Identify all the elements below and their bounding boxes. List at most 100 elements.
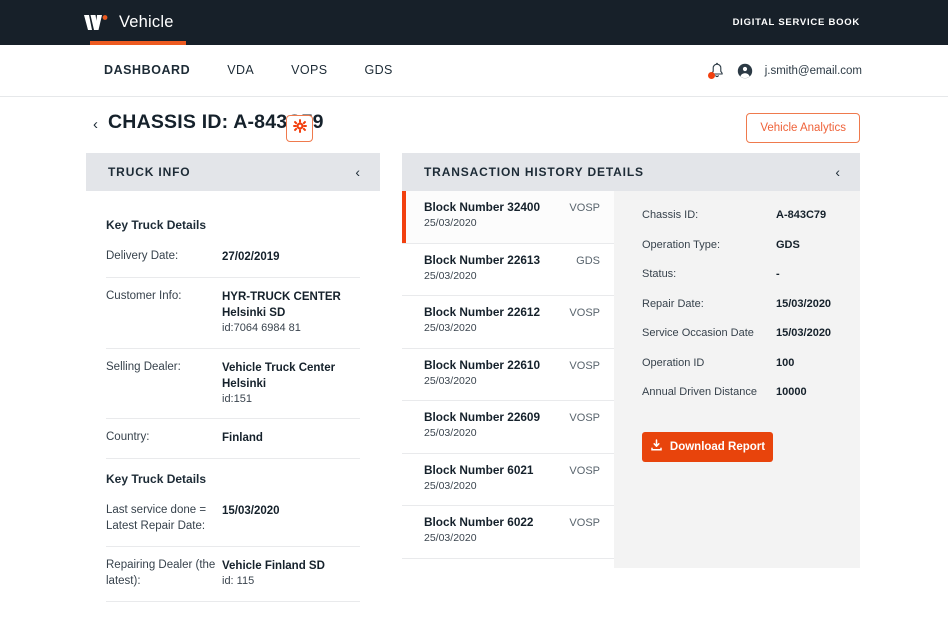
detail-value: GDS [776,238,800,251]
truck-info-panel: TRUCK INFO ‹ Key Truck Details Delivery … [86,153,380,602]
truck-info-row-customer-info: Customer Info: HYR-TRUCK CENTER Helsinki… [106,278,360,349]
list-item-date: 25/03/2020 [424,427,477,439]
section-title-key-truck-details-2: Key Truck Details [106,472,207,487]
back-chevron-icon[interactable]: ‹ [93,117,98,132]
detail-key: Chassis ID: [642,209,699,221]
vehicle-analytics-button[interactable]: Vehicle Analytics [746,113,860,143]
truck-info-row-delivery-date: Delivery Date: 27/02/2019 [106,238,360,278]
truck-info-body: Key Truck Details Delivery Date: 27/02/2… [86,191,380,602]
nav-item-gds[interactable]: GDS [364,63,392,77]
nav-item-vda[interactable]: VDA [227,63,254,77]
list-item-name: Block Number 6022 [424,515,534,529]
detail-row-repair-date: Repair Date: 15/03/2020 [642,298,860,328]
row-value: Finland [222,430,263,446]
list-item-type: GDS [576,254,600,267]
detail-row-service-occasion-date: Service Occasion Date 15/03/2020 [642,327,860,357]
detail-value: 15/03/2020 [776,297,832,310]
detail-value: A-843C79 [776,209,827,221]
truck-info-row-selling-dealer: Selling Dealer: Vehicle Truck Center Hel… [106,349,360,420]
row-value-main: 15/03/2020 [222,505,280,518]
detail-row-chassis-id: Chassis ID: A-843C79 [642,209,860,239]
truck-info-panel-header: TRUCK INFO ‹ [86,153,380,191]
settings-button[interactable] [286,115,313,142]
vehicle-analytics-label: Vehicle Analytics [760,122,846,134]
list-item[interactable]: Block Number 22610 VOSP 25/03/2020 [402,349,614,401]
list-item[interactable]: Block Number 22609 VOSP 25/03/2020 [402,401,614,454]
brand-name: Vehicle [119,13,174,31]
truck-info-row-last-service: Last service done = Latest Repair Date: … [106,492,360,547]
row-value-main: Vehicle Finland SD [222,559,325,572]
truck-info-row-country: Country: Finland [106,419,360,460]
transaction-detail: Chassis ID: A-843C79 Operation Type: GDS… [614,191,860,568]
row-value-main: 27/02/2019 [222,251,280,263]
row-value: 27/02/2019 [222,249,280,265]
account-circle-icon[interactable] [737,63,753,79]
list-item[interactable]: Block Number 6022 VOSP 25/03/2020 [402,506,614,559]
row-key: Last service done = Latest Repair Date: [106,504,207,533]
row-value-sub: id: 115 [222,574,255,587]
row-key: Repairing Dealer (the latest): [106,558,216,587]
list-item-type: VOSP [569,464,600,477]
row-key: Customer Info: [106,290,182,302]
list-item-name: Block Number 32400 [424,200,541,214]
list-item-date: 25/03/2020 [424,532,477,544]
row-value: 15/03/2020 [222,503,280,519]
transaction-list: Block Number 32400 VOSP 25/03/2020 Block… [402,191,614,568]
row-key: Delivery Date: [106,250,179,262]
detail-row-operation-type: Operation Type: GDS [642,239,860,269]
truck-info-collapse-icon[interactable]: ‹ [355,165,360,179]
detail-row-annual-driven-distance: Annual Driven Distance 10000 [642,386,860,416]
list-item[interactable]: Block Number 6021 VOSP 25/03/2020 [402,454,614,506]
detail-key: Operation ID [642,356,705,369]
list-item-top: Block Number 22612 VOSP [424,305,600,319]
row-key: Selling Dealer: [106,360,181,373]
list-item-type: VOSP [569,412,600,424]
detail-row-operation-id: Operation ID 100 [642,357,860,387]
list-item[interactable]: Block Number 22613 GDS 25/03/2020 [402,244,614,296]
section-title-key-truck-details-1: Key Truck Details [106,218,207,232]
list-item-date: 25/03/2020 [424,217,477,229]
nav-right-group: j.smith@email.com [707,45,862,97]
truck-info-row-repairing-dealer: Repairing Dealer (the latest): Vehicle F… [106,547,360,602]
digital-service-book-label: DIGITAL SERVICE BOOK [732,17,860,28]
detail-key: Repair Date: [642,297,704,310]
download-report-label: Download Report [669,440,766,453]
list-item-top: Block Number 22609 VOSP [424,410,600,424]
detail-key: Status: [642,268,677,280]
list-item-name: Block Number 22609 [424,410,541,424]
nav-item-dashboard[interactable]: DASHBOARD [104,63,190,77]
nav-item-vops[interactable]: VOPS [291,63,327,77]
list-item[interactable]: Block Number 32400 VOSP 25/03/2020 [402,191,614,244]
list-item-name: Block Number 22613 [424,252,541,267]
list-item[interactable]: Block Number 22612 VOSP 25/03/2020 [402,296,614,349]
list-item-date: 25/03/2020 [424,322,477,334]
list-item-top: Block Number 6022 VOSP [424,515,600,529]
brand-logo[interactable]: Vehicle [84,0,174,45]
row-value: HYR-TRUCK CENTER Helsinki SD id:7064 698… [222,289,360,337]
row-value: Vehicle Truck Center Helsinki id:151 [222,360,360,408]
list-item-type: VOSP [569,307,600,319]
row-value-main: HYR-TRUCK CENTER Helsinki SD [222,291,341,320]
download-report-button[interactable]: Download Report [642,431,773,462]
notification-badge-dot [707,72,715,79]
detail-key: Service Occasion Date [642,327,754,339]
transaction-history-panel-header: TRANSACTION HISTORY DETAILS ‹ [402,153,860,191]
top-bar: Vehicle DIGITAL SERVICE BOOK [0,0,948,45]
list-item-date: 25/03/2020 [424,269,477,282]
detail-value: 15/03/2020 [776,327,832,339]
row-value-main: Vehicle Truck Center Helsinki [222,361,336,390]
row-value: Vehicle Finland SD id: 115 [222,558,325,589]
list-item-top: Block Number 32400 VOSP [424,200,600,214]
detail-key: Annual Driven Distance [642,386,757,398]
row-value-main: Finland [222,432,263,445]
nav-links: DASHBOARD VDA VOPS GDS [104,63,393,77]
nav-bar: DASHBOARD VDA VOPS GDS j.smith@email.com [0,45,948,97]
list-item-type: VOSP [569,359,600,372]
account-email-label[interactable]: j.smith@email.com [765,65,862,77]
vehicle-w-logo-icon [84,13,110,33]
list-item-top: Block Number 22610 VOSP [424,358,600,372]
list-item-type: VOSP [569,517,600,529]
list-item-name: Block Number 6021 [424,462,534,477]
notification-bell-icon[interactable] [707,62,725,80]
transaction-history-collapse-icon[interactable]: ‹ [835,165,840,179]
